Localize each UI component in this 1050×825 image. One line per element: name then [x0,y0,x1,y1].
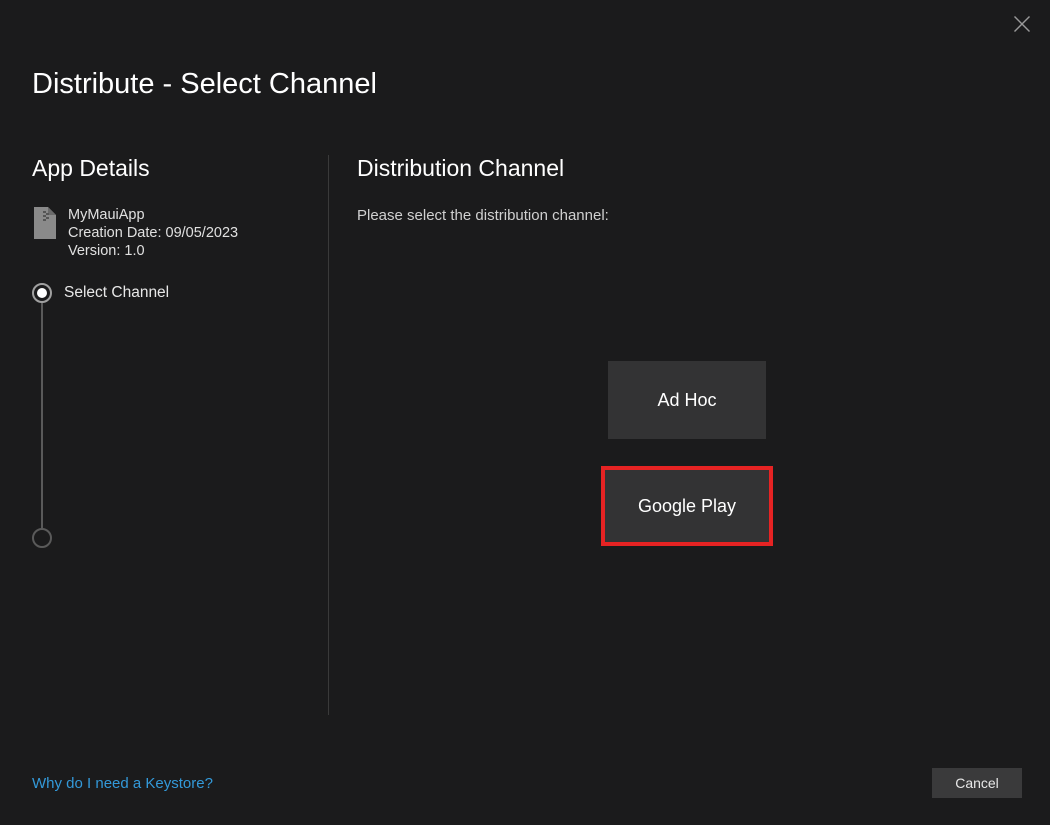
app-name: MyMauiApp [68,207,238,223]
close-button[interactable] [1012,14,1032,34]
wizard-steps: Select Channel [32,283,312,303]
page-title: Distribute - Select Channel [32,68,377,101]
app-details-heading: App Details [32,155,312,182]
archive-file-icon [32,207,56,239]
step-dot-icon [37,288,47,298]
app-info: MyMauiApp Creation Date: 09/05/2023 Vers… [32,207,312,259]
cancel-button[interactable]: Cancel [932,768,1022,798]
step-indicator-active [32,283,52,303]
close-icon [1012,14,1032,34]
step-connector-line [41,303,43,531]
app-version: Version: 1.0 [68,243,238,259]
channel-googleplay-wrap: Google Play [601,466,773,546]
channel-googleplay-button[interactable]: Google Play [605,470,769,542]
step-select-channel: Select Channel [32,283,312,303]
vertical-divider [328,155,329,715]
app-info-text: MyMauiApp Creation Date: 09/05/2023 Vers… [68,207,238,259]
step-indicator-next [32,528,52,548]
left-panel: App Details MyMauiApp Creation Date: 09/… [32,155,312,303]
channel-adhoc-button[interactable]: Ad Hoc [608,361,766,439]
step-label: Select Channel [64,284,169,302]
instruction-text: Please select the distribution channel: [357,207,1017,224]
distribution-channel-heading: Distribution Channel [357,155,1017,182]
channel-adhoc-wrap: Ad Hoc [601,360,773,440]
keystore-help-link[interactable]: Why do I need a Keystore? [32,775,213,792]
channel-button-group: Ad Hoc Google Play [601,360,773,546]
right-panel: Distribution Channel Please select the d… [357,155,1017,224]
app-creation-date: Creation Date: 09/05/2023 [68,225,238,241]
